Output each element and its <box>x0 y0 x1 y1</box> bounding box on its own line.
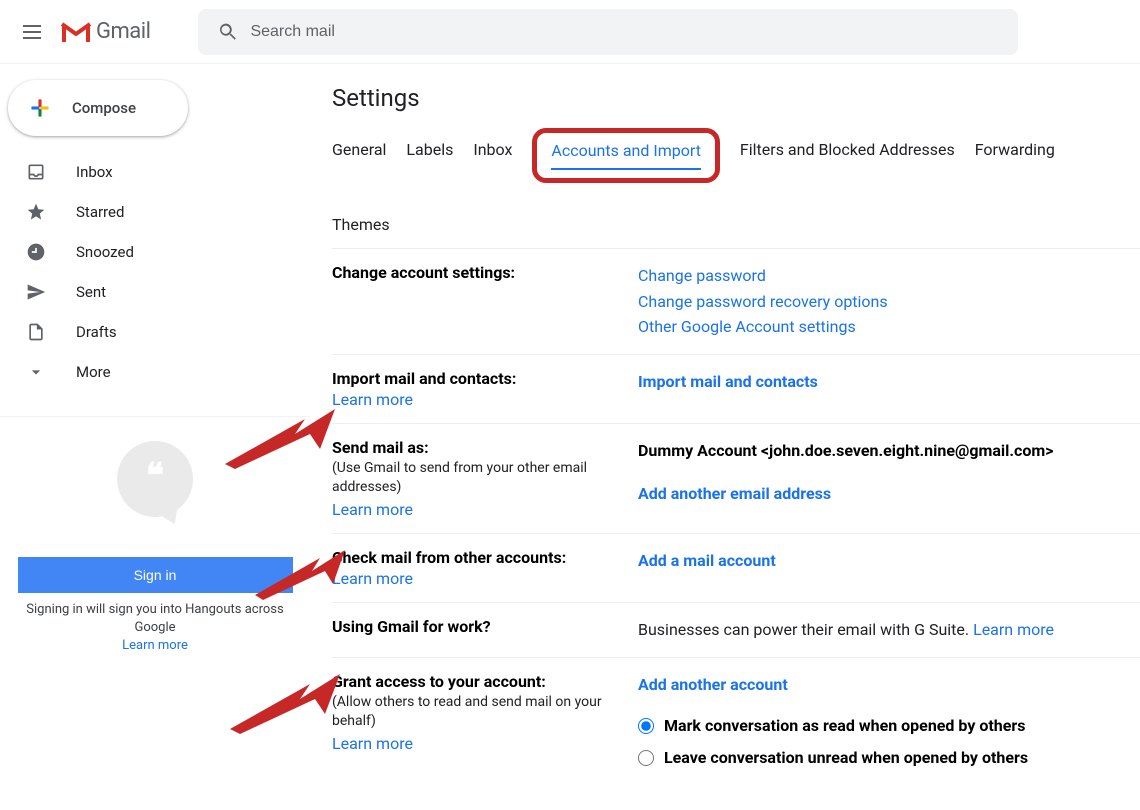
section-change-account: Change account settings: Change password… <box>332 249 1140 355</box>
hamburger-icon <box>23 31 41 33</box>
sidebar-item-sent[interactable]: Sent <box>0 272 302 312</box>
page-title: Settings <box>332 84 1140 112</box>
sent-icon <box>26 282 46 302</box>
sidebar-item-label: More <box>76 363 111 381</box>
section-title: Grant access to your account: <box>332 672 618 691</box>
main-content: Settings General Labels Inbox Accounts a… <box>310 64 1140 810</box>
mark-read-radio[interactable] <box>638 718 654 734</box>
send-as-account: Dummy Account <john.doe.seven.eight.nine… <box>638 438 1140 464</box>
section-send-as: Send mail as: (Use Gmail to send from yo… <box>332 424 1140 534</box>
search-icon <box>217 21 239 43</box>
sidebar-item-inbox[interactable]: Inbox <box>0 152 302 192</box>
sidebar-item-more[interactable]: More <box>0 352 302 392</box>
tab-forwarding[interactable]: Forwarding <box>975 128 1055 183</box>
draft-icon <box>26 322 46 342</box>
hangouts-help-text: Signing in will sign you into Hangouts a… <box>16 601 294 637</box>
sidebar-item-label: Drafts <box>76 323 117 341</box>
other-settings-link[interactable]: Other Google Account settings <box>638 317 856 336</box>
plus-icon <box>26 94 54 122</box>
section-title: Check mail from other accounts: <box>332 548 618 567</box>
tab-labels[interactable]: Labels <box>406 128 453 183</box>
sidebar-item-label: Inbox <box>76 163 113 181</box>
annotation-arrow-icon <box>230 674 340 734</box>
tab-themes[interactable]: Themes <box>332 203 1140 248</box>
hangouts-icon: ❝ <box>117 441 193 517</box>
tab-accounts-and-import[interactable]: Accounts and Import <box>551 137 701 170</box>
inbox-icon <box>26 162 46 182</box>
section-subtitle: (Allow others to read and send mail on y… <box>332 693 618 732</box>
mark-read-label: Mark conversation as read when opened by… <box>664 713 1025 739</box>
gmail-envelope-icon <box>60 20 92 44</box>
compose-label: Compose <box>72 99 136 117</box>
main-menu-button[interactable] <box>8 8 56 56</box>
hangouts-signin-button[interactable]: Sign in <box>18 557 293 593</box>
tab-filters[interactable]: Filters and Blocked Addresses <box>740 128 955 183</box>
compose-button[interactable]: Compose <box>8 80 188 136</box>
hangouts-learn-more-link[interactable]: Learn more <box>122 638 188 653</box>
import-learn-more-link[interactable]: Learn more <box>332 390 413 409</box>
section-work: Using Gmail for work? Businesses can pow… <box>332 603 1140 658</box>
gmail-logo[interactable]: Gmail <box>60 19 150 44</box>
leave-unread-label: Leave conversation unread when opened by… <box>664 745 1028 771</box>
send-as-learn-more-link[interactable]: Learn more <box>332 500 413 519</box>
tab-general[interactable]: General <box>332 128 386 183</box>
header: Gmail <box>0 0 1140 64</box>
gmail-text: Gmail <box>96 19 150 44</box>
section-import-mail: Import mail and contacts: Learn more Imp… <box>332 355 1140 424</box>
section-title: Send mail as: <box>332 438 618 457</box>
grant-learn-more-link[interactable]: Learn more <box>332 734 413 753</box>
search-input[interactable] <box>250 23 1010 41</box>
add-mail-account-link[interactable]: Add a mail account <box>638 551 776 570</box>
section-title: Change account settings: <box>332 263 618 282</box>
section-grant-access: Grant access to your account: (Allow oth… <box>332 658 1140 791</box>
leave-unread-radio[interactable] <box>638 750 654 766</box>
change-recovery-link[interactable]: Change password recovery options <box>638 292 888 311</box>
sidebar-item-starred[interactable]: Starred <box>0 192 302 232</box>
sidebar-item-label: Starred <box>76 203 124 221</box>
annotation-arrow-icon <box>225 409 335 469</box>
annotation-arrow-icon <box>255 550 345 600</box>
tab-inbox[interactable]: Inbox <box>473 128 512 183</box>
section-subtitle: (Use Gmail to send from your other email… <box>332 459 618 498</box>
sidebar-item-snoozed[interactable]: Snoozed <box>0 232 302 272</box>
section-check-mail: Check mail from other accounts: Learn mo… <box>332 534 1140 603</box>
search-bar[interactable] <box>198 9 1018 55</box>
highlight-annotation: Accounts and Import <box>532 128 720 183</box>
add-another-account-link[interactable]: Add another account <box>638 675 788 694</box>
search-button[interactable] <box>206 10 250 54</box>
work-text: Businesses can power their email with G … <box>638 620 973 639</box>
add-email-address-link[interactable]: Add another email address <box>638 484 831 503</box>
sidebar-item-label: Sent <box>76 283 106 301</box>
star-icon <box>26 202 46 222</box>
section-title: Import mail and contacts: <box>332 369 618 388</box>
sidebar-item-label: Snoozed <box>76 243 134 261</box>
chevron-down-icon <box>26 362 46 382</box>
settings-tabs: General Labels Inbox Accounts and Import… <box>332 128 1140 249</box>
section-title: Using Gmail for work? <box>332 617 618 636</box>
sidebar-item-drafts[interactable]: Drafts <box>0 312 302 352</box>
clock-icon <box>26 242 46 262</box>
change-password-link[interactable]: Change password <box>638 266 766 285</box>
import-mail-contacts-link[interactable]: Import mail and contacts <box>638 372 818 391</box>
work-learn-more-link[interactable]: Learn more <box>973 620 1054 639</box>
